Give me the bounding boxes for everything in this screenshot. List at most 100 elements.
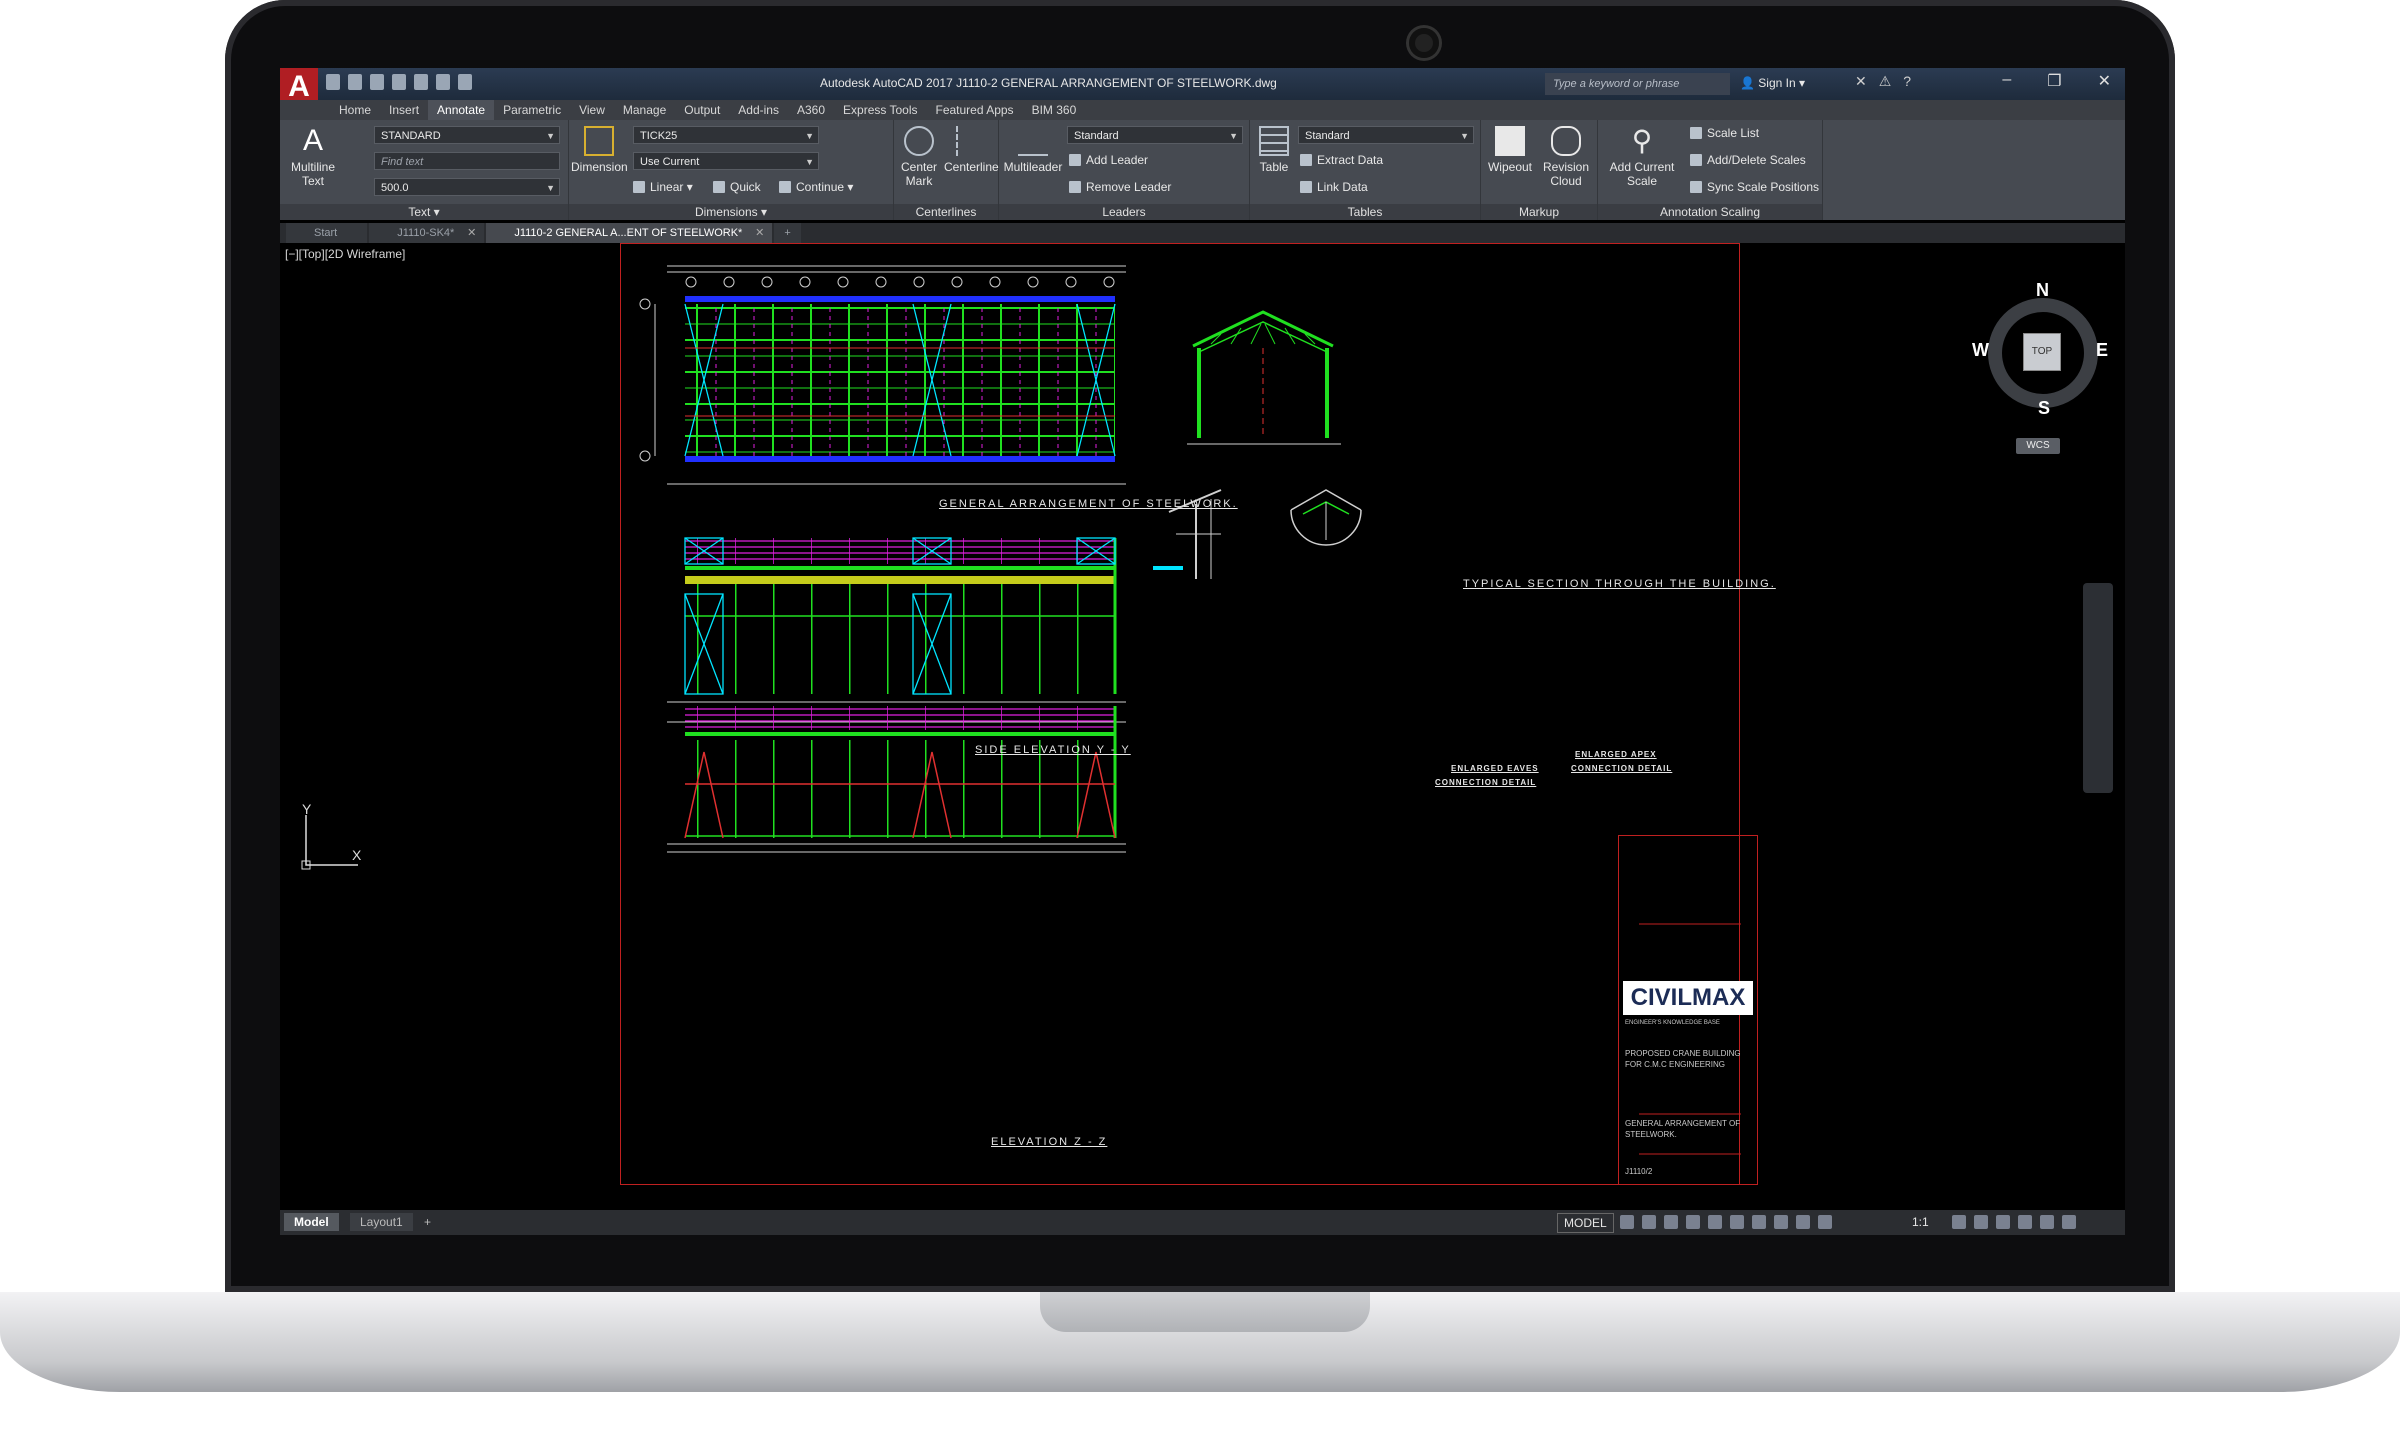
compass-south[interactable]: S (2038, 398, 2050, 419)
gear-icon[interactable] (1952, 1215, 1966, 1229)
cube-top-face[interactable]: TOP (2023, 333, 2061, 371)
a360-icon[interactable]: ⚠ (1879, 73, 1892, 90)
close-icon[interactable]: ✕ (467, 223, 476, 243)
multileader-button[interactable]: Multileader (1003, 126, 1063, 174)
ucs-x-label: X (352, 847, 362, 863)
lineweight-icon[interactable] (1752, 1215, 1766, 1229)
layout-tab-layout1[interactable]: Layout1 (350, 1213, 413, 1231)
ucs-y-label: Y (302, 801, 312, 817)
tab-parametric[interactable]: Parametric (494, 100, 570, 120)
tab-featured-apps[interactable]: Featured Apps (927, 100, 1023, 120)
isodraft-icon[interactable] (1708, 1215, 1722, 1229)
tab-express-tools[interactable]: Express Tools (834, 100, 926, 120)
add-delete-scales-button[interactable]: Add/Delete Scales (1690, 153, 1806, 167)
continue-button[interactable]: Continue ▾ (779, 180, 853, 194)
drawing-canvas[interactable]: [−][Top][2D Wireframe] GENERAL ARRANGEME… (280, 243, 2125, 1210)
centerline-icon (956, 126, 986, 156)
linear-button[interactable]: Linear ▾ (633, 180, 693, 194)
tab-view[interactable]: View (570, 100, 614, 120)
compass-west[interactable]: W (1972, 340, 1989, 361)
center-mark-button[interactable]: Center Mark (896, 126, 942, 188)
exchange-icon[interactable]: ✕ (1855, 73, 1867, 90)
scale-list-button[interactable]: Scale List (1690, 126, 1759, 140)
wipeout-button[interactable]: Wipeout (1485, 126, 1535, 174)
text-panel-title[interactable]: Text ▾ (280, 204, 568, 220)
remove-leader-button[interactable]: Remove Leader (1069, 180, 1171, 194)
file-tab-sk4[interactable]: J1110-SK4* ✕ (369, 223, 485, 243)
restore-icon[interactable]: ❐ (2047, 71, 2061, 91)
isolate-objects-icon[interactable] (1996, 1215, 2010, 1229)
polar-icon[interactable] (1686, 1215, 1700, 1229)
customization-menu-icon[interactable] (2062, 1215, 2076, 1229)
chevron-down-icon: ▼ (805, 131, 814, 141)
compass-east[interactable]: E (2096, 340, 2108, 361)
save-as-icon[interactable] (392, 74, 406, 90)
tab-home[interactable]: Home (330, 100, 380, 120)
tables-panel-title[interactable]: Tables (1250, 204, 1480, 220)
close-icon[interactable]: ✕ (755, 223, 764, 243)
status-bar: Model Layout1 + MODEL 1:1 (280, 1210, 2125, 1235)
clean-screen-icon[interactable] (2040, 1215, 2054, 1229)
text-style-select[interactable]: STANDARD ▼ (374, 126, 560, 144)
tab-add-ins[interactable]: Add-ins (729, 100, 788, 120)
file-tab-start[interactable]: Start (286, 223, 368, 243)
extract-data-button[interactable]: Extract Data (1300, 153, 1383, 167)
view-cube[interactable]: N S E W TOP WCS (1970, 280, 2120, 454)
tab-a360[interactable]: A360 (788, 100, 834, 120)
table-button[interactable]: Table (1254, 126, 1294, 174)
dimensions-panel-title[interactable]: Dimensions ▾ (569, 204, 893, 220)
sync-scale-positions-button[interactable]: Sync Scale Positions (1690, 180, 1819, 194)
grid-icon[interactable] (1620, 1215, 1634, 1229)
table-style-select[interactable]: Standard ▼ (1298, 126, 1474, 144)
redo-icon[interactable] (458, 74, 472, 90)
add-current-scale-button[interactable]: ⚲ Add Current Scale (1602, 126, 1682, 189)
centerline-button[interactable]: Centerline (944, 126, 999, 174)
transparency-icon[interactable] (1774, 1215, 1788, 1229)
minimize-icon[interactable]: – (2002, 71, 2011, 91)
tab-annotate[interactable]: Annotate (428, 100, 495, 120)
model-space-button[interactable]: MODEL (1557, 1213, 1614, 1233)
tab-insert[interactable]: Insert (380, 100, 428, 120)
text-height-select[interactable]: 500.0 ▼ (374, 178, 560, 196)
find-text-input[interactable]: Find text (374, 152, 560, 170)
search-input[interactable]: Type a keyword or phrase (1545, 73, 1730, 95)
snap-icon[interactable] (1642, 1215, 1656, 1229)
wcs-menu[interactable]: WCS (2016, 438, 2060, 454)
help-icon[interactable]: ? (1903, 73, 1911, 90)
print-icon[interactable] (414, 74, 428, 90)
revision-cloud-button[interactable]: Revision Cloud (1539, 126, 1593, 188)
leaders-panel-title[interactable]: Leaders (999, 204, 1249, 220)
tab-manage[interactable]: Manage (614, 100, 675, 120)
close-icon[interactable]: ✕ (2098, 71, 2111, 91)
annotation-visibility-icon[interactable] (1818, 1215, 1832, 1229)
viewport-controls[interactable]: [−][Top][2D Wireframe] (285, 247, 405, 261)
save-icon[interactable] (370, 74, 384, 90)
hardware-acceleration-icon[interactable] (2018, 1215, 2032, 1229)
tab-output[interactable]: Output (675, 100, 729, 120)
sign-in-button[interactable]: 👤 Sign In ▾ (1740, 76, 1805, 90)
new-icon[interactable] (326, 74, 340, 90)
quick-button[interactable]: Quick (713, 180, 761, 194)
ortho-icon[interactable] (1664, 1215, 1678, 1229)
leader-style-select[interactable]: Standard ▼ (1067, 126, 1243, 144)
annotation-scale[interactable]: 1:1 (1912, 1215, 1929, 1229)
compass-north[interactable]: N (2036, 280, 2049, 301)
open-icon[interactable] (348, 74, 362, 90)
add-leader-button[interactable]: Add Leader (1069, 153, 1148, 167)
dimension-button[interactable]: Dimension (571, 126, 628, 174)
dim-layer-select[interactable]: Use Current ▼ (633, 152, 819, 170)
tab-bim-360[interactable]: BIM 360 (1023, 100, 1086, 120)
object-snap-icon[interactable] (1730, 1215, 1744, 1229)
layout-tab-model[interactable]: Model (284, 1213, 339, 1231)
file-tab-general-arrangement[interactable]: J1110-2 GENERAL A...ENT OF STEELWORK* ✕ (486, 223, 773, 243)
selection-cycling-icon[interactable] (1796, 1215, 1810, 1229)
multiline-text-button[interactable]: A Multiline Text (288, 126, 338, 189)
plus-icon[interactable] (1974, 1215, 1988, 1229)
link-data-button[interactable]: Link Data (1300, 180, 1368, 194)
new-tab-button[interactable]: + (774, 223, 801, 243)
add-layout-button[interactable]: + (414, 1213, 441, 1231)
linear-icon (633, 181, 645, 193)
undo-icon[interactable] (436, 74, 450, 90)
dim-style-select[interactable]: TICK25 ▼ (633, 126, 819, 144)
navigation-bar[interactable] (2083, 583, 2113, 793)
